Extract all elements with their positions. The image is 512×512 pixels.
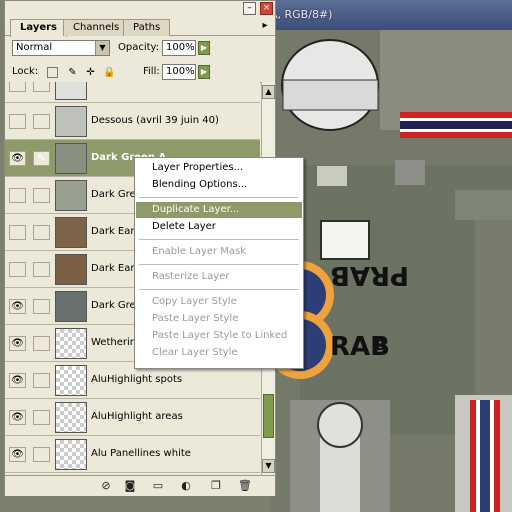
link-slot-icon[interactable] xyxy=(33,225,50,240)
lock-position-icon[interactable]: ✛ xyxy=(85,67,96,78)
opacity-slider-button[interactable]: ▶ xyxy=(198,41,210,55)
scroll-down-icon[interactable]: ▼ xyxy=(262,459,275,473)
layer-thumbnail xyxy=(55,365,87,396)
menu-item-paste-layer-style: Paste Layer Style xyxy=(152,313,239,324)
layer-row[interactable]: 👁 Alu Panellines white xyxy=(5,436,260,473)
tail-code: B xyxy=(375,338,386,354)
visibility-eye-icon[interactable]: 👁 xyxy=(9,447,26,462)
layer-name: Dessous (avril 39 juin 40) xyxy=(91,115,219,126)
brush-icon[interactable]: ✎ xyxy=(33,151,50,166)
menu-item-blending-options[interactable]: Blending Options... xyxy=(136,177,302,193)
visibility-eye-icon[interactable] xyxy=(9,82,26,92)
layer-name: Dark Gre xyxy=(91,189,136,200)
lock-transparency-icon[interactable] xyxy=(47,67,58,78)
lock-brush-icon[interactable]: ✎ xyxy=(67,67,78,78)
lock-label: Lock: xyxy=(12,66,39,77)
visibility-eye-icon[interactable] xyxy=(9,188,26,203)
link-slot-icon[interactable] xyxy=(33,188,50,203)
opacity-input[interactable]: 100% xyxy=(162,40,196,56)
opacity-label: Opacity: xyxy=(118,42,160,53)
blend-options-row: Normal ▼ Opacity: 100% ▶ xyxy=(5,38,275,60)
scroll-up-icon[interactable]: ▲ xyxy=(262,85,275,99)
fill-slider-button[interactable]: ▶ xyxy=(198,65,210,79)
menu-separator xyxy=(139,264,299,265)
fill-input[interactable]: 100% xyxy=(162,64,196,80)
menu-item-duplicate-layer[interactable]: Duplicate Layer... xyxy=(136,202,302,218)
layer-thumbnail xyxy=(55,143,87,174)
layer-name: AluHighlight areas xyxy=(91,411,183,422)
menu-item-clear-layer-style: Clear Layer Style xyxy=(152,347,238,358)
link-styles-icon[interactable]: ⊘ xyxy=(98,479,114,493)
visibility-eye-icon[interactable]: 👁 xyxy=(9,151,26,166)
lock-all-icon[interactable]: 🔒 xyxy=(103,67,115,78)
palette-tabs: Layers Channels Paths ▸ xyxy=(5,16,275,37)
visibility-eye-icon[interactable]: 👁 xyxy=(9,299,26,314)
palette-menu-icon[interactable]: ▸ xyxy=(258,20,272,34)
menu-item-delete-layer[interactable]: Delete Layer xyxy=(136,219,302,235)
roundel-marking-mirrored: PRAB xyxy=(330,260,410,290)
trash-icon[interactable]: 🗑 xyxy=(237,479,253,493)
layer-thumbnail xyxy=(55,402,87,433)
link-slot-icon[interactable] xyxy=(33,299,50,314)
layer-name: Dark Eart xyxy=(91,226,139,237)
layer-name: Dark Gre xyxy=(91,300,136,311)
fill-label: Fill: xyxy=(143,66,160,77)
layer-thumbnail xyxy=(55,217,87,248)
link-slot-icon[interactable] xyxy=(33,262,50,277)
layer-name: Dark Eart xyxy=(91,263,139,274)
blend-mode-select[interactable]: Normal ▼ xyxy=(12,40,110,56)
layer-row[interactable] xyxy=(5,82,260,103)
chevron-down-icon: ▼ xyxy=(95,41,109,55)
layer-thumbnail xyxy=(55,106,87,137)
layer-thumbnail xyxy=(55,291,87,322)
layer-thumbnail xyxy=(55,180,87,211)
layer-row[interactable]: Dessous (avril 39 juin 40) xyxy=(5,103,260,140)
link-slot-icon[interactable] xyxy=(33,114,50,129)
menu-item-enable-layer-mask: Enable Layer Mask xyxy=(152,246,247,257)
link-slot-icon[interactable] xyxy=(33,447,50,462)
layer-thumbnail xyxy=(55,328,87,359)
menu-item-rasterize-layer: Rasterize Layer xyxy=(152,271,230,282)
visibility-eye-icon[interactable] xyxy=(9,225,26,240)
layer-thumbnail xyxy=(55,82,87,100)
tab-paths[interactable]: Paths xyxy=(123,19,171,36)
palette-bottom-bar: ⊘ ◙ ▭ ◐ ❐ 🗑 xyxy=(5,475,275,496)
menu-separator xyxy=(139,197,299,198)
link-slot-icon[interactable] xyxy=(33,373,50,388)
menu-item-copy-layer-style: Copy Layer Style xyxy=(152,296,237,307)
visibility-eye-icon[interactable] xyxy=(9,114,26,129)
visibility-eye-icon[interactable]: 👁 xyxy=(9,336,26,351)
close-button[interactable]: × xyxy=(260,2,273,15)
menu-item-paste-layer-style-to-linked: Paste Layer Style to Linked xyxy=(152,330,288,341)
visibility-eye-icon[interactable] xyxy=(9,262,26,277)
new-layer-icon[interactable]: ❐ xyxy=(208,479,224,493)
tab-layers[interactable]: Layers xyxy=(10,19,67,37)
blend-mode-value: Normal xyxy=(16,42,53,53)
layer-thumbnail xyxy=(55,439,87,470)
link-slot-icon[interactable] xyxy=(33,336,50,351)
layer-thumbnail xyxy=(55,254,87,285)
minimize-button[interactable]: – xyxy=(243,2,256,15)
layer-row[interactable]: 👁 AluHighlight areas xyxy=(5,399,260,436)
menu-separator xyxy=(139,239,299,240)
link-slot-icon[interactable] xyxy=(33,82,50,92)
scrollbar-thumb[interactable] xyxy=(263,394,274,438)
link-slot-icon[interactable] xyxy=(33,410,50,425)
new-set-icon[interactable]: ▭ xyxy=(150,479,166,493)
lock-row: Lock: ✎ ✛ 🔒 Fill: 100% ▶ xyxy=(5,61,275,83)
adjustment-layer-icon[interactable]: ◐ xyxy=(178,479,194,493)
tab-channels[interactable]: Channels xyxy=(63,19,130,36)
add-mask-icon[interactable]: ◙ xyxy=(122,479,138,493)
layer-context-menu: Layer Properties... Blending Options... Du… xyxy=(134,157,304,369)
menu-separator xyxy=(139,289,299,290)
visibility-eye-icon[interactable]: 👁 xyxy=(9,410,26,425)
layer-name: Alu Panellines white xyxy=(91,448,191,459)
layer-name: AluHighlight spots xyxy=(91,374,183,385)
visibility-eye-icon[interactable]: 👁 xyxy=(9,373,26,388)
menu-item-layer-properties[interactable]: Layer Properties... xyxy=(136,160,302,176)
